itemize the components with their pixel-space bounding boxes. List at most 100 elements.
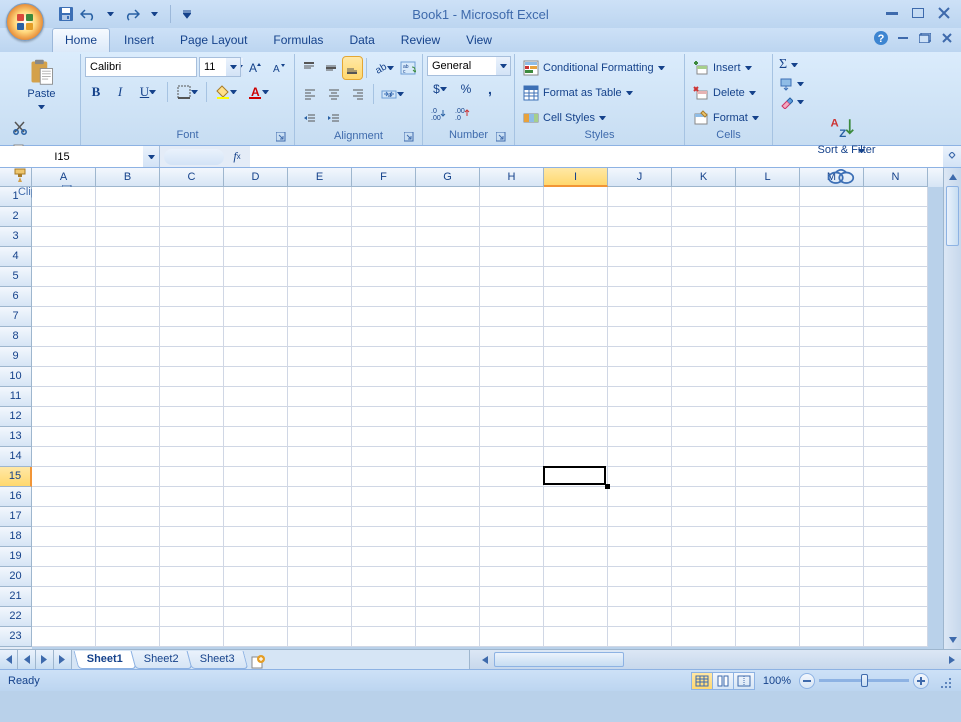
cell[interactable] [736,627,800,647]
cell[interactable] [864,207,928,227]
cell[interactable] [96,207,160,227]
cell[interactable] [672,187,736,207]
cell[interactable] [736,527,800,547]
cell[interactable] [544,407,608,427]
normal-view-button[interactable] [691,672,713,690]
cell[interactable] [800,607,864,627]
paste-button[interactable]: Paste [7,56,76,114]
name-box-dropdown[interactable] [143,146,159,167]
vertical-scroll-thumb[interactable] [946,186,959,246]
cell[interactable] [288,487,352,507]
row-header-6[interactable]: 6 [0,287,32,307]
zoom-level[interactable]: 100% [763,675,791,687]
conditional-formatting-button[interactable]: Conditional Formatting [519,58,680,78]
sheet-nav-first[interactable] [0,650,18,669]
cell[interactable] [608,507,672,527]
cell[interactable] [736,567,800,587]
cell[interactable] [736,207,800,227]
tab-home[interactable]: Home [52,28,110,52]
font-family-combo[interactable] [85,57,197,77]
cell[interactable] [864,447,928,467]
cell[interactable] [672,207,736,227]
cell[interactable] [416,487,480,507]
cell[interactable] [544,327,608,347]
cell[interactable] [160,607,224,627]
cell[interactable] [736,287,800,307]
cell[interactable] [96,187,160,207]
row-header-17[interactable]: 17 [0,507,32,527]
zoom-in-button[interactable] [913,673,929,689]
column-header-E[interactable]: E [288,168,352,187]
row-header-14[interactable]: 14 [0,447,32,467]
cell[interactable] [544,507,608,527]
cell[interactable] [480,207,544,227]
cell[interactable] [32,547,96,567]
decrease-decimal[interactable]: .00.0 [451,102,473,124]
sheet-tab-3[interactable]: Sheet3 [187,651,249,669]
cell[interactable] [96,527,160,547]
align-bottom[interactable] [343,57,363,79]
close-button[interactable] [933,4,955,22]
cell[interactable] [352,227,416,247]
cell[interactable] [160,307,224,327]
sheet-nav-last[interactable] [54,650,72,669]
cell[interactable] [672,567,736,587]
cell[interactable] [224,567,288,587]
cell[interactable] [672,367,736,387]
cell[interactable] [736,247,800,267]
cell[interactable] [160,327,224,347]
row-header-20[interactable]: 20 [0,567,32,587]
cell[interactable] [672,267,736,287]
cell[interactable] [736,607,800,627]
comma-button[interactable]: , [479,78,501,100]
cell[interactable] [160,547,224,567]
cell[interactable] [416,447,480,467]
cell[interactable] [672,487,736,507]
cell[interactable] [96,507,160,527]
align-top[interactable] [299,57,319,79]
cell[interactable] [32,287,96,307]
cell[interactable] [416,247,480,267]
cell[interactable] [672,627,736,647]
cell[interactable] [32,247,96,267]
help-button[interactable]: ? [873,30,889,46]
cell[interactable] [736,367,800,387]
cell[interactable] [800,447,864,467]
cell[interactable] [96,587,160,607]
cell[interactable] [608,587,672,607]
cell[interactable] [800,567,864,587]
cell[interactable] [480,587,544,607]
cell[interactable] [288,447,352,467]
cell[interactable] [288,607,352,627]
minimize-button[interactable] [881,4,903,22]
cell[interactable] [352,407,416,427]
row-header-16[interactable]: 16 [0,487,32,507]
cell[interactable] [288,527,352,547]
cell[interactable] [800,507,864,527]
cell[interactable] [800,587,864,607]
horizontal-scroll-thumb[interactable] [494,652,624,667]
cell[interactable] [608,267,672,287]
row-header-15[interactable]: 15 [0,467,32,487]
tab-view[interactable]: View [454,29,504,52]
cell[interactable] [608,487,672,507]
column-header-K[interactable]: K [672,168,736,187]
cell[interactable] [672,607,736,627]
cell[interactable] [96,447,160,467]
cell[interactable] [352,447,416,467]
increase-font-size[interactable]: A [243,56,265,78]
row-header-19[interactable]: 19 [0,547,32,567]
cell[interactable] [480,367,544,387]
cell[interactable] [352,287,416,307]
cell[interactable] [864,567,928,587]
cell[interactable] [608,327,672,347]
cell[interactable] [736,427,800,447]
cell[interactable] [736,347,800,367]
cell[interactable] [32,347,96,367]
cell[interactable] [32,567,96,587]
cell[interactable] [224,587,288,607]
fill-color-button[interactable] [211,81,241,103]
sheet-tab-2[interactable]: Sheet2 [131,651,193,669]
cell[interactable] [416,187,480,207]
cell[interactable] [544,367,608,387]
